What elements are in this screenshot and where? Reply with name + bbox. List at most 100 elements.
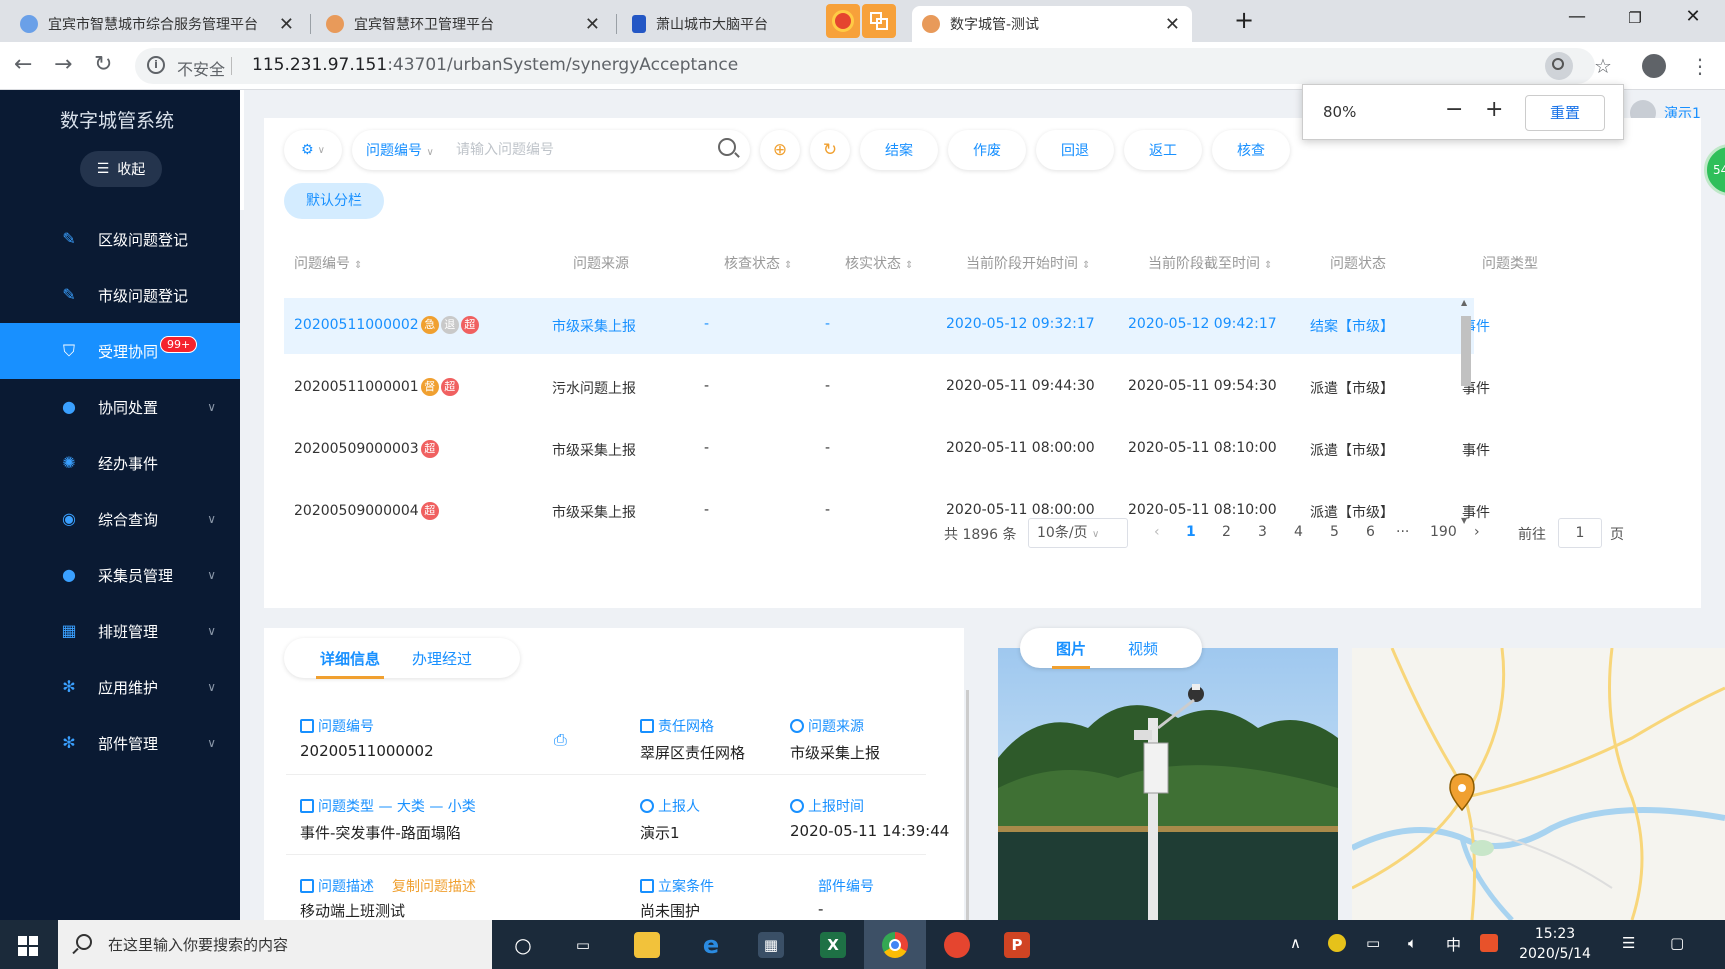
tab-photo[interactable]: 图片 xyxy=(1051,638,1091,669)
input-method-icon[interactable] xyxy=(1480,934,1498,952)
browser-tab-4[interactable]: 数字城管-测试 ✕ xyxy=(912,6,1192,42)
scroll-down-icon[interactable]: ▼ xyxy=(1461,516,1467,525)
sidebar-item-handled-events[interactable]: ✺ 经办事件 xyxy=(0,435,240,491)
default-group-button[interactable]: 默认分栏 xyxy=(284,183,384,219)
notification-icon[interactable]: ▢ xyxy=(1670,934,1684,952)
problem-photo[interactable] xyxy=(998,648,1338,920)
file-explorer-icon[interactable] xyxy=(634,932,660,958)
firefox-icon[interactable] xyxy=(826,4,860,38)
column-header-verify[interactable]: 核实状态 ⇕ xyxy=(845,253,913,273)
firefox-icon[interactable] xyxy=(944,932,970,958)
print-icon[interactable]: ⎙ xyxy=(554,730,567,750)
table-row[interactable]: 20200509000003 超 市级采集上报 - - 2020-05-11 08… xyxy=(284,422,1490,478)
column-header-check[interactable]: 核查状态 ⇕ xyxy=(724,253,792,273)
tab-process-history[interactable]: 办理经过 xyxy=(412,648,472,669)
sidebar-item-city-register[interactable]: ✎ 市级问题登记 xyxy=(0,267,240,323)
page-ellipsis[interactable]: ··· xyxy=(1396,524,1409,540)
zoom-reset-button[interactable]: 重置 xyxy=(1525,95,1605,131)
sidebar-item-query[interactable]: ◉ 综合查询 ∨ xyxy=(0,491,240,547)
sidebar-item-coordinate-dispose[interactable]: ● 协同处置 ∨ xyxy=(0,379,240,435)
browser-tab-3[interactable]: 萧山城市大脑平台 xyxy=(622,6,822,42)
window-switch-icon[interactable] xyxy=(862,4,896,38)
collapse-button[interactable]: ☰ 收起 xyxy=(80,151,162,187)
url-field[interactable]: i 不安全 115.231.97.151:43701/urbanSystem/s… xyxy=(135,48,1595,84)
page-6[interactable]: 6 xyxy=(1366,524,1375,540)
refresh-button[interactable]: ↻ xyxy=(810,130,850,170)
notes-icon[interactable]: ☰ xyxy=(1622,934,1635,952)
forward-icon[interactable]: → xyxy=(54,52,72,77)
excel-icon[interactable]: X xyxy=(820,932,846,958)
profile-icon[interactable] xyxy=(1642,54,1666,78)
verify-button[interactable]: 核查 xyxy=(1212,130,1290,170)
sidebar-item-part-manage[interactable]: ✻ 部件管理 ∨ xyxy=(0,715,240,771)
browser-tab-1[interactable]: 宜宾市智慧城市综合服务管理平台 ✕ xyxy=(10,6,306,42)
window-close-icon[interactable]: ✕ xyxy=(1678,6,1708,27)
minimize-icon[interactable]: — xyxy=(1562,6,1592,27)
cortana-icon[interactable]: ○ xyxy=(510,932,536,958)
page-3[interactable]: 3 xyxy=(1258,524,1267,540)
sidebar-item-accept-coordinate[interactable]: ⛉ 受理协同 99+ xyxy=(0,323,240,379)
reload-icon[interactable]: ↻ xyxy=(94,52,112,77)
tray-app-icon[interactable] xyxy=(1328,934,1346,952)
store-icon[interactable]: ▦ xyxy=(758,932,784,958)
volume-icon[interactable]: 🔈︎ xyxy=(1408,934,1417,952)
floating-badge[interactable]: 54 xyxy=(1704,144,1725,196)
tab-detail-info[interactable]: 详细信息 xyxy=(315,648,385,679)
rework-button[interactable]: 返工 xyxy=(1124,130,1202,170)
network-icon[interactable]: ▭ xyxy=(1366,934,1380,952)
sidebar-item-app-maintain[interactable]: ✻ 应用维护 ∨ xyxy=(0,659,240,715)
task-view-icon[interactable]: ▭ xyxy=(570,932,596,958)
page-2[interactable]: 2 xyxy=(1222,524,1231,540)
close-case-button[interactable]: 结案 xyxy=(860,130,938,170)
zoom-icon[interactable] xyxy=(1545,52,1573,80)
page-4[interactable]: 4 xyxy=(1294,524,1303,540)
url-text[interactable]: 115.231.97.151:43701/urbanSystem/synergy… xyxy=(252,55,738,75)
sidebar-item-collector-manage[interactable]: ● 采集员管理 ∨ xyxy=(0,547,240,603)
windows-start-icon[interactable] xyxy=(18,936,38,956)
info-icon[interactable]: i xyxy=(147,56,165,74)
detail-scrollbar[interactable] xyxy=(966,690,969,920)
page-last[interactable]: 190 xyxy=(1430,524,1457,540)
search-icon[interactable] xyxy=(718,138,736,156)
goto-page-input[interactable]: 1 xyxy=(1558,518,1602,548)
location-map[interactable] xyxy=(1352,648,1725,920)
sidebar-item-schedule[interactable]: ▦ 排班管理 ∨ xyxy=(0,603,240,659)
page-5[interactable]: 5 xyxy=(1330,524,1339,540)
tray-expand-icon[interactable]: ∧ xyxy=(1290,934,1301,952)
restore-icon[interactable]: ❐ xyxy=(1620,9,1650,27)
search-input[interactable] xyxy=(456,139,716,161)
back-icon[interactable]: ← xyxy=(14,52,32,77)
new-tab-icon[interactable]: + xyxy=(1229,6,1259,34)
prev-page-icon[interactable]: ‹ xyxy=(1154,524,1160,540)
zoom-out-button[interactable]: − xyxy=(1445,97,1463,122)
close-icon[interactable]: ✕ xyxy=(279,14,294,35)
table-row[interactable]: 20200511000002 急退超 市级采集上报 - - 2020-05-12 … xyxy=(284,298,1490,354)
menu-dots-icon[interactable]: ⋮ xyxy=(1690,54,1710,78)
taskbar-search[interactable]: 在这里输入你要搜索的内容 xyxy=(58,920,492,969)
table-row[interactable]: 20200511000001 督超 污水问题上报 - - 2020-05-11 0… xyxy=(284,360,1490,416)
advanced-search-button[interactable]: ⊕ xyxy=(760,130,800,170)
column-header-start[interactable]: 当前阶段开始时间 ⇕ xyxy=(966,253,1090,273)
table-scrollbar[interactable]: ▲ ▼ xyxy=(1458,298,1472,528)
close-icon[interactable]: ✕ xyxy=(585,14,600,35)
powerpoint-icon[interactable]: P xyxy=(1004,932,1030,958)
edge-icon[interactable]: e xyxy=(698,932,724,958)
taskbar-clock[interactable]: 15:23 2020/5/14 xyxy=(1510,924,1600,964)
void-button[interactable]: 作废 xyxy=(948,130,1026,170)
search-field-select[interactable]: 问题编号 ∨ xyxy=(366,140,434,160)
scrollbar-thumb[interactable] xyxy=(1461,316,1471,386)
ime-indicator[interactable]: 中 xyxy=(1446,934,1461,955)
next-page-icon[interactable]: › xyxy=(1474,524,1480,540)
chrome-taskbar-active[interactable] xyxy=(864,920,926,969)
browser-tab-2[interactable]: 宜宾智慧环卫管理平台 ✕ xyxy=(316,6,612,42)
scroll-up-icon[interactable]: ▲ xyxy=(1461,298,1467,307)
settings-dropdown[interactable]: ⚙ ∨ xyxy=(284,130,342,170)
column-header-id[interactable]: 问题编号 ⇕ xyxy=(294,253,362,273)
page-size-select[interactable]: 10条/页 ∨ xyxy=(1028,518,1128,548)
bookmark-star-icon[interactable]: ☆ xyxy=(1594,54,1612,78)
rollback-button[interactable]: 回退 xyxy=(1036,130,1114,170)
tab-video[interactable]: 视频 xyxy=(1128,638,1158,659)
page-1[interactable]: 1 xyxy=(1186,524,1196,540)
column-header-end[interactable]: 当前阶段截至时间 ⇕ xyxy=(1148,253,1272,273)
close-icon[interactable]: ✕ xyxy=(1165,14,1180,35)
